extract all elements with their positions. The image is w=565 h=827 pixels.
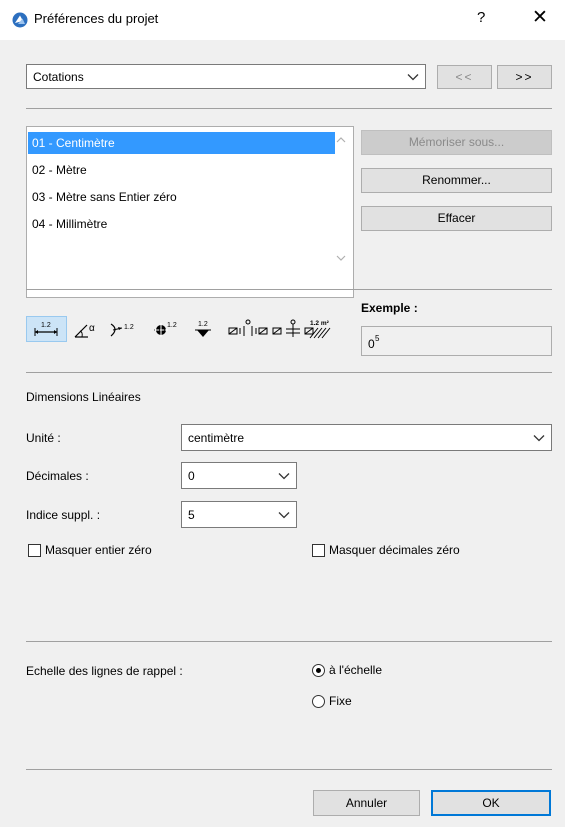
scale-radio-fixed[interactable]: [312, 695, 325, 708]
close-button[interactable]: ✕: [532, 6, 548, 29]
preset-list[interactable]: 01 - Centimètre 02 - Mètre 03 - Mètre sa…: [26, 126, 354, 298]
hide-zero-decimals-checkbox[interactable]: [312, 544, 325, 557]
hide-zero-whole-checkbox[interactable]: [28, 544, 41, 557]
decimals-label: Décimales :: [26, 469, 89, 483]
extra-index-select[interactable]: 5: [181, 501, 297, 528]
list-item[interactable]: 01 - Centimètre: [28, 132, 335, 154]
category-select[interactable]: Cotations: [26, 64, 426, 89]
linear-dimension-tool[interactable]: 1.2: [26, 316, 67, 342]
extra-index-value: 5: [188, 507, 195, 522]
level-dimension-icon[interactable]: 1.2: [152, 318, 182, 340]
scale-radio-to-scale[interactable]: [312, 664, 325, 677]
help-button[interactable]: ?: [477, 9, 485, 26]
previous-button[interactable]: <<: [437, 65, 492, 89]
scale-option-to-scale-label[interactable]: à l'échelle: [329, 663, 382, 677]
archicad-app-icon: [12, 12, 28, 28]
unit-value: centimètre: [188, 430, 245, 445]
area-dimension-icon[interactable]: 1.2 m²: [308, 318, 342, 340]
list-item[interactable]: 02 - Mètre: [28, 159, 335, 181]
separator: [26, 372, 552, 373]
window-title: Préférences du projet: [34, 11, 159, 26]
cancel-button[interactable]: Annuler: [313, 790, 420, 816]
category-value: Cotations: [33, 69, 84, 84]
decimals-select[interactable]: 0: [181, 462, 297, 489]
hide-zero-decimals-label[interactable]: Masquer décimales zéro: [329, 543, 460, 557]
scale-label: Echelle des lignes de rappel :: [26, 664, 183, 678]
list-item[interactable]: 04 - Millimètre: [28, 213, 335, 235]
angle-dimension-icon[interactable]: α: [72, 318, 104, 340]
chevron-down-icon: [278, 511, 290, 518]
chevron-down-icon: [407, 73, 419, 80]
chevron-down-icon: [533, 434, 545, 441]
linear-dimension-label: 1.2: [41, 322, 51, 329]
area-dimension-label: 1.2 m²: [310, 320, 330, 327]
delete-button[interactable]: Effacer: [361, 206, 552, 231]
list-item[interactable]: 03 - Mètre sans Entier zéro: [28, 186, 335, 208]
separator: [26, 641, 552, 642]
unit-select[interactable]: centimètre: [181, 424, 552, 451]
angle-dimension-label: α: [89, 323, 95, 334]
scroll-down-icon[interactable]: [335, 253, 347, 263]
scroll-up-icon[interactable]: [335, 135, 347, 145]
linear-dimension-icon: 1.2: [34, 322, 58, 336]
chevron-down-icon: [278, 472, 290, 479]
separator: [26, 108, 552, 109]
ok-button[interactable]: OK: [431, 790, 551, 816]
radial-dimension-label: 1.2: [124, 324, 134, 331]
level-dimension-label: 1.2: [167, 322, 177, 329]
extra-index-label: Indice suppl. :: [26, 508, 101, 522]
unit-label: Unité :: [26, 431, 61, 445]
decimals-value: 0: [188, 468, 195, 483]
elevation-dimension-label: 1.2: [198, 321, 208, 328]
radial-dimension-icon[interactable]: 1.2: [107, 318, 141, 340]
separator: [26, 289, 552, 290]
save-as-button[interactable]: Mémoriser sous...: [361, 130, 552, 155]
next-button[interactable]: >>: [497, 65, 552, 89]
example-superscript: 5: [375, 334, 380, 343]
example-label: Exemple :: [361, 301, 418, 315]
separator: [26, 769, 552, 770]
example-value: 0: [368, 337, 375, 351]
example-preview: 05: [361, 326, 552, 356]
door-window-dimension-icon[interactable]: [228, 318, 270, 340]
scale-option-fixed-label[interactable]: Fixe: [329, 694, 352, 708]
section-title: Dimensions Linéaires: [26, 390, 141, 404]
elevation-dimension-icon[interactable]: 1.2: [193, 318, 219, 340]
hide-zero-whole-label[interactable]: Masquer entier zéro: [45, 543, 152, 557]
rename-button[interactable]: Renommer...: [361, 168, 552, 193]
